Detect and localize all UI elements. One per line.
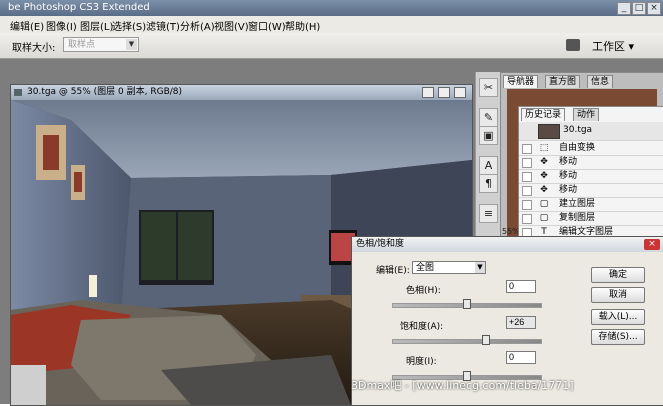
menu-help[interactable]: 帮助(H) (285, 18, 320, 33)
history-label: 移动 (559, 185, 578, 195)
history-checkbox[interactable] (522, 186, 532, 196)
dialog-title: 色相/饱和度 (356, 239, 405, 249)
tools-icon: ✂ (483, 81, 494, 94)
workspace-button[interactable]: 工作区 ▾ (592, 38, 634, 54)
dock-layers-button[interactable]: ≡ (479, 204, 498, 223)
load-button[interactable]: 载入(L)... (591, 309, 645, 325)
hue-input[interactable] (506, 280, 536, 293)
tab-actions[interactable]: 动作 (573, 108, 600, 121)
brush-icon: ✎ (483, 111, 494, 124)
history-label: 移动 (559, 157, 578, 167)
saturation-label: 饱和度(A): (400, 322, 444, 332)
dock-brush-button[interactable]: ✎ (479, 108, 498, 127)
menu-window[interactable]: 窗口(W) (248, 18, 286, 33)
menu-edit[interactable]: 编辑(E) (10, 18, 44, 33)
edit-select-value: 全图 (416, 263, 435, 273)
app-title: be Photoshop CS3 Extended (8, 2, 150, 13)
sample-size-label: 取样大小: (12, 43, 56, 54)
snapshot-label: 30.tga (563, 125, 593, 135)
character-icon: A (484, 159, 493, 172)
doc-maximize-button[interactable] (438, 87, 450, 98)
panel-group: 导航器 直方图 信息 55% 历史记录 动作 30.tga ⬚ 自由变换 ✥ 移动 … (500, 72, 663, 240)
history-checkbox[interactable] (522, 158, 532, 168)
ok-button[interactable]: 确定 (591, 267, 645, 283)
watermark: 3Dmax吧 - [www.linecg.com/tieba/1771] (351, 379, 574, 392)
history-label: 自由变换 (559, 143, 596, 153)
history-item[interactable]: ▢ 复制图层 (519, 212, 663, 226)
history-label: 建立图层 (559, 199, 596, 209)
dock-paragraph-button[interactable]: ¶ (479, 174, 498, 193)
history-checkbox[interactable] (522, 172, 532, 182)
maximize-button[interactable]: □ (632, 2, 646, 15)
history-item[interactable]: ✥ 移动 (519, 170, 663, 184)
duplicate-layer-icon: ▢ (539, 213, 549, 223)
doc-minimize-button[interactable] (422, 87, 434, 98)
chevron-down-icon: ▼ (475, 262, 485, 273)
move-icon: ✥ (540, 157, 548, 167)
dock-character-button[interactable]: A (479, 156, 498, 175)
history-checkbox[interactable] (522, 200, 532, 210)
history-item[interactable]: ▢ 建立图层 (519, 198, 663, 212)
history-checkbox[interactable] (522, 144, 532, 154)
history-label: 复制图层 (559, 213, 596, 223)
document-tab[interactable]: 30.tga @ 55% (图层 0 副本, RGB/8) (11, 85, 472, 100)
hue-label: 色相(H): (406, 286, 441, 296)
menu-analysis[interactable]: 分析(A) (180, 18, 215, 33)
save-button[interactable]: 存储(S)... (591, 329, 645, 345)
dialog-title-bar[interactable]: 色相/饱和度 × (352, 237, 663, 252)
new-layer-icon: ▢ (539, 199, 549, 209)
transform-icon: ⬚ (539, 143, 549, 153)
document-icon (14, 89, 22, 96)
workspace-icon[interactable] (566, 39, 580, 51)
saturation-slider-thumb[interactable] (482, 335, 491, 345)
saturation-input[interactable] (506, 316, 536, 329)
dock-navigator-button[interactable]: ✂ (479, 78, 498, 97)
title-bar: be Photoshop CS3 Extended _ □ × (0, 0, 663, 16)
menu-image[interactable]: 图像(I) (46, 18, 77, 33)
cancel-button[interactable]: 取消 (591, 287, 645, 303)
move-icon: ✥ (540, 185, 548, 195)
edit-label: 编辑(E): (376, 266, 410, 276)
paragraph-icon: ¶ (485, 177, 492, 190)
tab-navigator[interactable]: 导航器 (503, 75, 539, 88)
sample-size-select[interactable]: 取样点 ▼ (63, 37, 139, 52)
history-item[interactable]: ✥ 移动 (519, 184, 663, 198)
menu-filter[interactable]: 滤镜(T) (146, 18, 180, 33)
move-icon: ✥ (540, 171, 548, 181)
hue-slider-thumb[interactable] (463, 299, 471, 309)
tab-histogram[interactable]: 直方图 (545, 75, 581, 88)
history-panel: 历史记录 动作 30.tga ⬚ 自由变换 ✥ 移动 ✥ 移动 ✥ 移动 ▢ 建立图层 ▢… (518, 106, 663, 240)
menu-layer[interactable]: 图层(L) (80, 18, 113, 33)
history-checkbox[interactable] (522, 214, 532, 224)
tab-info[interactable]: 信息 (587, 75, 614, 88)
sample-size-value: 取样点 (68, 40, 96, 50)
lightness-input[interactable] (506, 351, 536, 364)
menu-bar: 编辑(E) 图像(I) 图层(L) 选择(S) 滤镜(T) 分析(A) 视图(V… (0, 16, 663, 34)
snapshot-thumbnail (538, 124, 560, 139)
dialog-close-button[interactable]: × (644, 239, 660, 250)
saturation-slider-track[interactable] (392, 339, 542, 344)
doc-close-button[interactable] (454, 87, 466, 98)
document-title: 30.tga @ 55% (图层 0 副本, RGB/8) (27, 87, 183, 97)
minimize-button[interactable]: _ (617, 2, 631, 15)
dock-clone-button[interactable]: ▣ (479, 126, 498, 145)
history-label: 移动 (559, 171, 578, 181)
chevron-down-icon: ▼ (126, 39, 137, 50)
menu-view[interactable]: 视图(V) (214, 18, 249, 33)
history-snapshot[interactable]: 30.tga (519, 122, 663, 141)
options-bar: 取样大小: 取样点 ▼ 工作区 ▾ (0, 33, 663, 59)
edit-select[interactable]: 全图 ▼ (412, 261, 486, 274)
menu-select[interactable]: 选择(S) (112, 18, 146, 33)
stamp-icon: ▣ (483, 129, 494, 142)
history-item[interactable]: ⬚ 自由变换 (519, 142, 663, 156)
close-button[interactable]: × (647, 2, 661, 15)
layers-icon: ≡ (483, 207, 494, 220)
history-item[interactable]: ✥ 移动 (519, 156, 663, 170)
tab-history[interactable]: 历史记录 (521, 108, 566, 121)
lightness-label: 明度(I): (406, 357, 437, 367)
